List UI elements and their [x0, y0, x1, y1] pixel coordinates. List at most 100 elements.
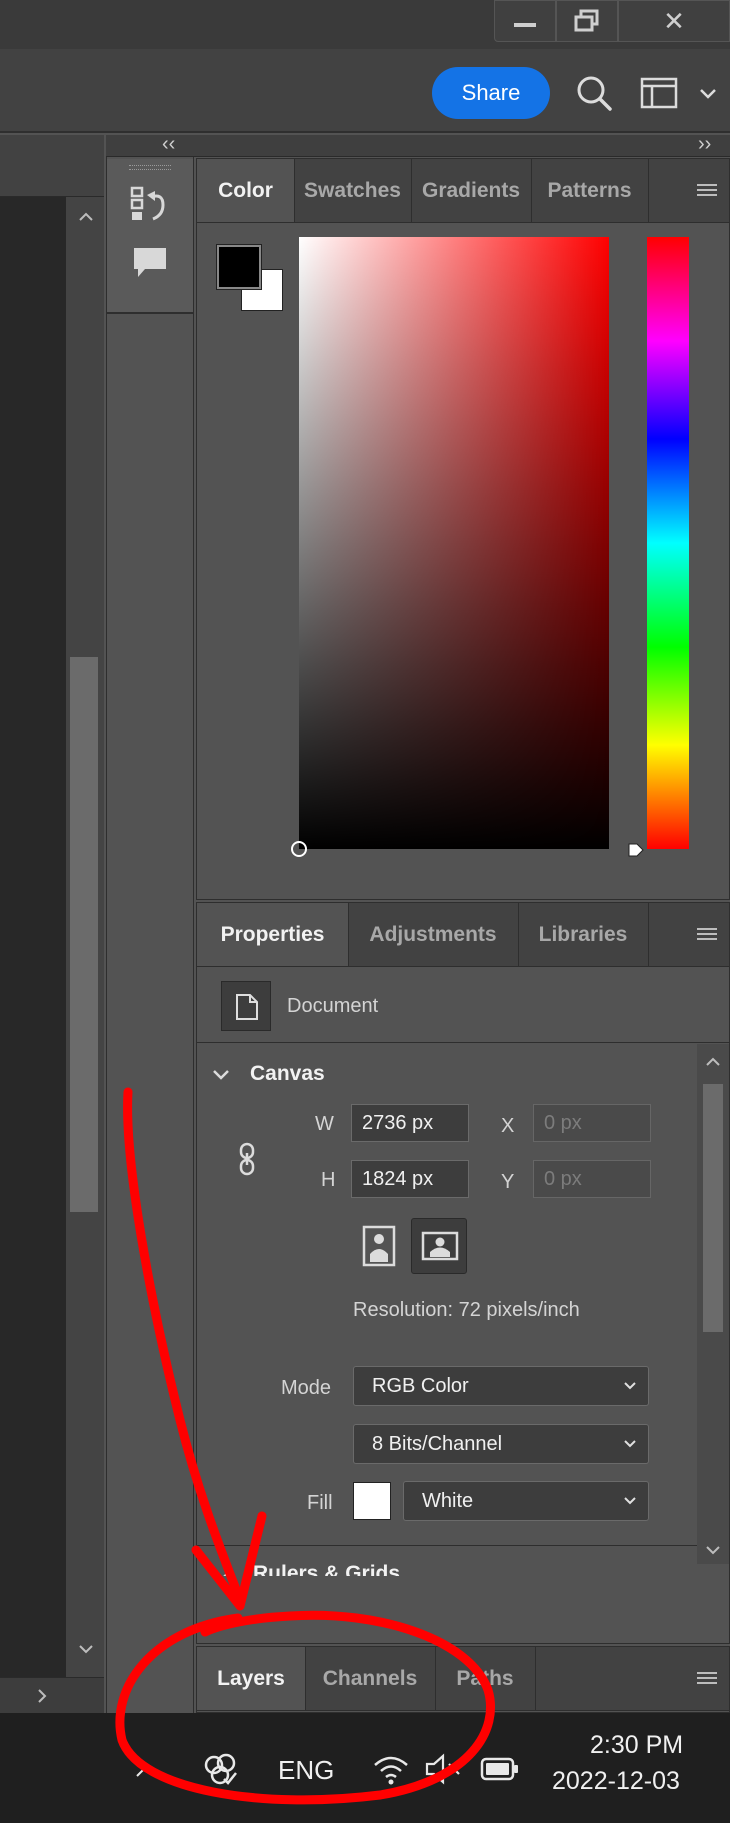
tab-properties[interactable]: Properties — [197, 903, 349, 966]
scroll-down-icon[interactable] — [78, 1643, 94, 1655]
rulers-grids-section[interactable]: Rulers & Grids — [197, 1546, 697, 1576]
link-dimensions-icon[interactable] — [237, 1142, 257, 1176]
properties-type-header: Document — [197, 967, 729, 1043]
language-indicator[interactable]: ENG — [278, 1755, 334, 1786]
show-hidden-icons-icon[interactable] — [134, 1763, 160, 1779]
scrollbar-thumb[interactable] — [70, 657, 98, 1212]
mode-label: Mode — [281, 1377, 332, 1399]
canvas-section-title[interactable]: Canvas — [250, 1062, 325, 1086]
speaker-muted-icon[interactable] — [424, 1753, 464, 1785]
restore-button[interactable] — [556, 0, 618, 42]
document-horizontal-scrollbar[interactable] — [0, 1677, 104, 1713]
properties-scrollbar[interactable] — [697, 1044, 729, 1564]
hue-slider-marker[interactable] — [627, 841, 645, 859]
bit-depth-select[interactable]: 8 Bits/Channel — [353, 1424, 649, 1464]
fill-value: White — [422, 1489, 474, 1512]
tab-color[interactable]: Color — [197, 159, 295, 222]
workspace-dropdown[interactable] — [696, 83, 720, 103]
bit-depth-value: 8 Bits/Channel — [372, 1432, 503, 1455]
color-mode-select[interactable]: RGB Color — [353, 1366, 649, 1406]
close-icon: ✕ — [663, 5, 685, 36]
title-bar: ✕ — [0, 0, 730, 49]
tab-paths[interactable]: Paths — [435, 1647, 536, 1710]
scroll-up-icon[interactable] — [705, 1056, 721, 1068]
collapsed-panel-column — [106, 135, 194, 1713]
scroll-down-icon[interactable] — [705, 1544, 721, 1556]
document-vertical-scrollbar[interactable] — [66, 197, 104, 1677]
search-icon — [577, 76, 612, 111]
color-panel-tabs: Color Swatches Gradients Patterns — [197, 159, 729, 223]
workspace-icon — [640, 77, 678, 109]
clock-time[interactable]: 2:30 PM — [590, 1731, 683, 1760]
tab-gradients[interactable]: Gradients — [411, 159, 532, 222]
tab-patterns[interactable]: Patterns — [531, 159, 649, 222]
properties-panel: Properties Adjustments Libraries Documen… — [196, 902, 730, 1644]
document-icon — [236, 994, 258, 1020]
battery-icon[interactable] — [480, 1755, 520, 1783]
x-position-field[interactable]: 0 px — [533, 1104, 651, 1142]
tab-adjustments[interactable]: Adjustments — [348, 903, 519, 966]
workspace-button[interactable] — [640, 76, 678, 110]
layers-panel: Layers Channels Paths — [196, 1646, 730, 1713]
tab-channels[interactable]: Channels — [305, 1647, 436, 1710]
close-window-button[interactable]: ✕ — [618, 0, 730, 42]
history-icon — [130, 186, 165, 221]
chevron-down-icon — [700, 89, 716, 99]
cloud-sync-icon[interactable] — [200, 1751, 240, 1787]
y-label: Y — [501, 1171, 515, 1193]
document-canvas[interactable] — [0, 197, 66, 1677]
options-bar: Share — [0, 49, 730, 133]
fill-color-swatch[interactable] — [353, 1482, 391, 1520]
scroll-up-icon[interactable] — [78, 211, 94, 223]
scroll-right-icon[interactable] — [36, 1688, 48, 1704]
chevron-down-icon[interactable] — [211, 1068, 231, 1082]
width-field[interactable]: 2736 px — [351, 1104, 469, 1142]
clock-date[interactable]: 2022-12-03 — [552, 1767, 680, 1796]
scrollbar-thumb[interactable] — [703, 1084, 723, 1332]
properties-panel-tabs: Properties Adjustments Libraries — [197, 903, 729, 967]
tab-libraries[interactable]: Libraries — [518, 903, 649, 966]
search-button[interactable] — [574, 73, 614, 113]
properties-panel-menu-icon[interactable] — [697, 927, 717, 942]
fill-select[interactable]: White — [403, 1481, 649, 1521]
share-button[interactable]: Share — [432, 67, 550, 119]
history-button[interactable] — [129, 185, 171, 225]
portrait-orientation-button[interactable] — [361, 1224, 397, 1268]
hue-slider[interactable] — [647, 237, 689, 849]
height-label: H — [321, 1169, 336, 1191]
tab-layers[interactable]: Layers — [197, 1647, 306, 1710]
rulers-grids-title[interactable]: Rulers & Grids — [253, 1562, 400, 1576]
document-type-label: Document — [287, 995, 379, 1017]
portrait-icon — [362, 1225, 396, 1267]
wifi-icon[interactable] — [372, 1753, 410, 1785]
x-label: X — [501, 1115, 515, 1137]
foreground-color-swatch[interactable] — [216, 244, 262, 290]
color-panel-menu-icon[interactable] — [697, 183, 717, 198]
fill-label: Fill — [307, 1492, 333, 1514]
color-picker-cursor[interactable] — [291, 841, 307, 857]
chevron-down-icon — [213, 1572, 229, 1576]
expand-panels-button[interactable]: ›› — [698, 133, 711, 156]
document-type-icon-box — [221, 981, 271, 1031]
landscape-icon — [421, 1231, 459, 1261]
panel-dock-header: ‹‹ ›› — [106, 133, 730, 157]
canvas-section: Canvas W 2736 px X 0 px H 1824 px Y 0 px… — [197, 1044, 697, 1464]
chevron-down-icon — [624, 1382, 636, 1390]
restore-icon — [574, 9, 599, 32]
drag-grip[interactable] — [129, 165, 171, 170]
color-mode-value: RGB Color — [372, 1374, 469, 1397]
y-position-field[interactable]: 0 px — [533, 1160, 651, 1198]
landscape-orientation-button[interactable] — [411, 1218, 467, 1274]
comments-button[interactable] — [131, 245, 169, 281]
comment-icon — [134, 248, 166, 277]
resolution-text: Resolution: 72 pixels/inch — [353, 1299, 580, 1321]
collapse-left-button[interactable]: ‹‹ — [162, 133, 175, 156]
layers-panel-menu-icon[interactable] — [697, 1671, 717, 1686]
layers-panel-tabs: Layers Channels Paths — [197, 1647, 729, 1711]
width-label: W — [315, 1113, 334, 1135]
tab-swatches[interactable]: Swatches — [294, 159, 412, 222]
color-field[interactable] — [291, 237, 609, 857]
height-field[interactable]: 1824 px — [351, 1160, 469, 1198]
minimize-button[interactable] — [494, 0, 556, 42]
minimize-icon — [514, 23, 536, 27]
